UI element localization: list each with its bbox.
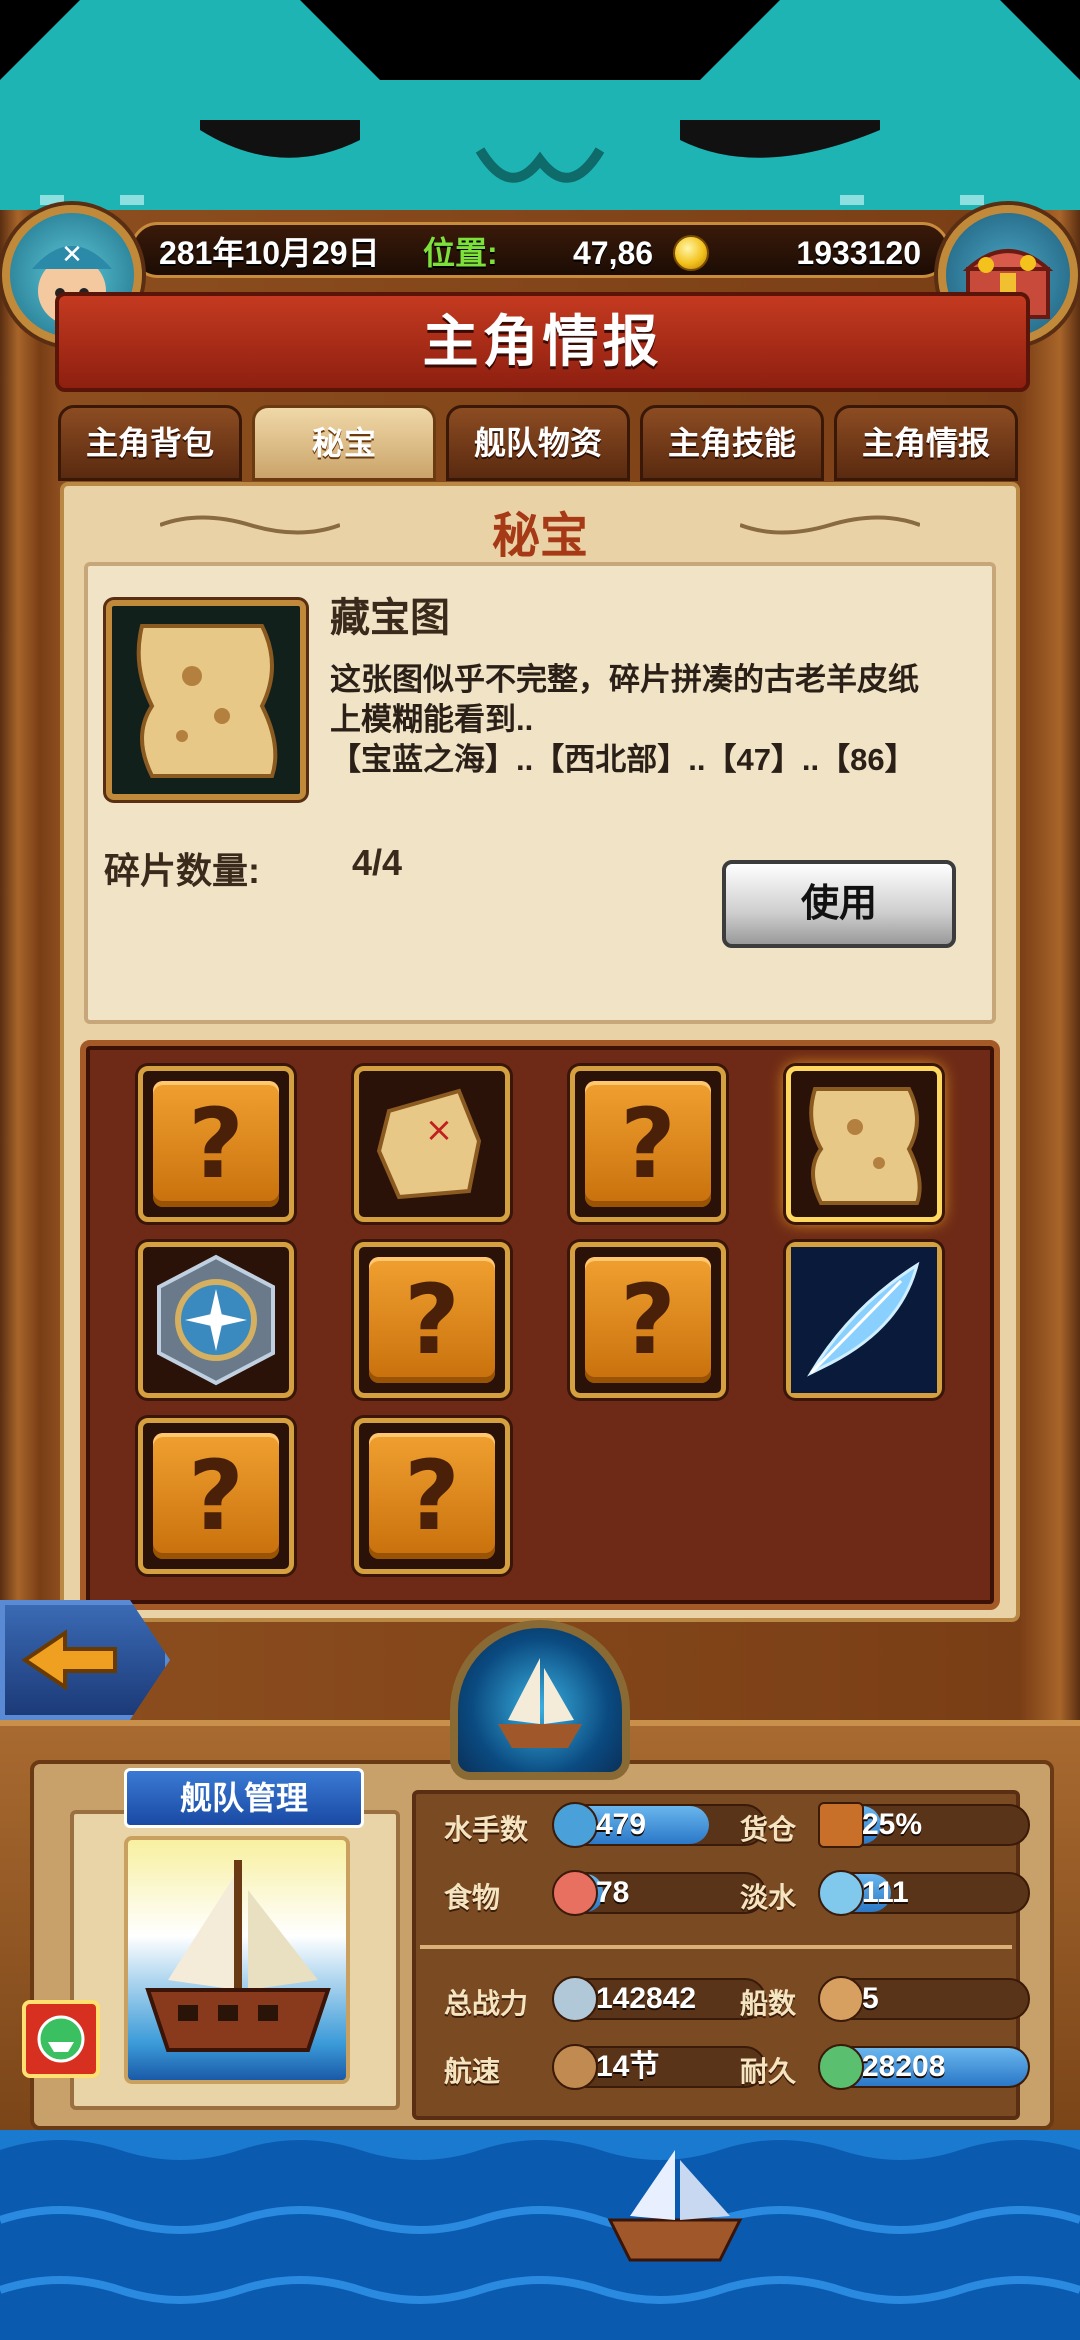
description-line: 这张图似乎不完整，碎片拼凑的古老羊皮纸 — [330, 662, 919, 697]
status-bar: 281年10月29日 位置: 47,86 1933120 — [130, 222, 950, 278]
stat-value-power: 142842 — [596, 1982, 697, 2015]
sea-background — [0, 2130, 1080, 2340]
fleet-management-label[interactable]: 舰队管理 — [124, 1768, 364, 1828]
question-icon: ? — [153, 1081, 279, 1207]
treasure-slot-2[interactable]: × — [354, 1066, 510, 1222]
page-title: 主角情报 — [422, 310, 663, 373]
stat-label-durability: 耐久 — [740, 2056, 797, 2087]
stat-value-water: 111 — [862, 1876, 909, 1909]
water-jug-icon — [818, 1870, 864, 1916]
durability-ship-icon — [818, 2044, 864, 2090]
repair-ship-icon — [37, 2015, 85, 2063]
svg-text:×: × — [425, 1110, 454, 1150]
compass-shield-icon — [157, 1254, 275, 1386]
fleet-ship-picture[interactable] — [124, 1836, 350, 2084]
stat-label-ships: 船数 — [740, 1988, 797, 2019]
top-banner — [0, 0, 1080, 215]
item-description: 这张图似乎不完整，碎片拼凑的古老羊皮纸 上模糊能看到.. 【宝蓝之海】..【西北… — [330, 660, 970, 780]
question-icon: ? — [369, 1433, 495, 1559]
stat-label-food: 食物 — [444, 1882, 501, 1913]
stat-label-sailors: 水手数 — [444, 1814, 529, 1845]
stat-label-cargo: 货仓 — [740, 1814, 797, 1845]
question-icon: ? — [153, 1433, 279, 1559]
stat-value-sailors: 479 — [596, 1808, 647, 1841]
waves-icon — [0, 2130, 1080, 2304]
arrow-left-icon — [21, 1629, 117, 1691]
stat-label-speed: 航速 — [444, 2056, 501, 2087]
ship-helm-button[interactable] — [450, 1620, 630, 1780]
crate-icon — [818, 1802, 864, 1848]
ship-icon — [818, 1976, 864, 2022]
stat-value-durability: 28208 — [862, 2050, 946, 2083]
treasure-slot-5[interactable] — [138, 1242, 294, 1398]
stat-label-water: 淡水 — [740, 1882, 797, 1913]
stat-label-power: 总战力 — [444, 1988, 529, 2019]
tab-fleet-supplies[interactable]: 舰队物资 — [446, 405, 630, 481]
treasure-slot-3[interactable]: ? — [570, 1066, 726, 1222]
question-icon: ? — [369, 1257, 495, 1383]
treasure-slot-1[interactable]: ? — [138, 1066, 294, 1222]
section-title: 秘宝 — [491, 510, 588, 563]
treasure-slot-9[interactable]: ? — [138, 1418, 294, 1574]
treasure-slot-10[interactable]: ? — [354, 1418, 510, 1574]
stat-value-food: 78 — [596, 1876, 630, 1909]
fragment-count-label: 碎片数量: — [104, 850, 260, 891]
treasure-slot-4[interactable] — [786, 1066, 942, 1222]
treasure-map-icon — [136, 624, 278, 778]
swords-icon — [552, 1976, 598, 2022]
tab-backpack[interactable]: 主角背包 — [58, 405, 242, 481]
question-icon: ? — [585, 1081, 711, 1207]
sail-icon — [552, 2044, 598, 2090]
sailing-ship-icon — [498, 1658, 582, 1748]
stats-divider — [420, 1945, 1012, 1949]
position-label: 位置: — [423, 235, 498, 271]
treasure-slot-6[interactable]: ? — [354, 1242, 510, 1398]
flagship-icon — [145, 1860, 331, 2052]
description-coordinates: 【宝蓝之海】..【西北部】..【47】..【86】 — [330, 742, 916, 777]
item-icon-frame — [106, 600, 306, 800]
position-value: 47,86 — [573, 235, 654, 271]
stat-value-speed: 14节 — [596, 2050, 660, 2083]
stat-value-cargo: 25% — [862, 1808, 923, 1841]
item-name: 藏宝图 — [330, 596, 450, 640]
cat-face-banner — [0, 0, 1080, 215]
blue-feather-icon — [791, 1247, 937, 1393]
title-banner: 主角情报 — [55, 292, 1030, 392]
fragment-count-value: 4/4 — [352, 842, 403, 883]
description-line: 上模糊能看到.. — [330, 702, 534, 737]
gold-coin-icon — [673, 235, 709, 271]
use-button[interactable]: 使用 — [722, 860, 956, 948]
question-icon: ? — [585, 1257, 711, 1383]
treasure-map-icon — [809, 1087, 922, 1205]
sailor-icon — [552, 1802, 598, 1848]
torn-map-icon: × — [376, 1088, 482, 1200]
meat-icon — [552, 1870, 598, 1916]
treasure-slot-7[interactable]: ? — [570, 1242, 726, 1398]
gold-amount: 1933120 — [796, 235, 921, 271]
player-ship-icon — [607, 2150, 743, 2262]
tab-treasure[interactable]: 秘宝 — [252, 405, 436, 481]
tab-hero-info[interactable]: 主角情报 — [834, 405, 1018, 481]
treasure-slot-8[interactable] — [786, 1242, 942, 1398]
game-date: 281年10月29日 — [159, 235, 380, 271]
stat-value-ships: 5 — [862, 1982, 879, 2015]
repair-button[interactable] — [22, 2000, 100, 2078]
tab-skills[interactable]: 主角技能 — [640, 405, 824, 481]
svg-text:✕: ✕ — [61, 240, 83, 270]
